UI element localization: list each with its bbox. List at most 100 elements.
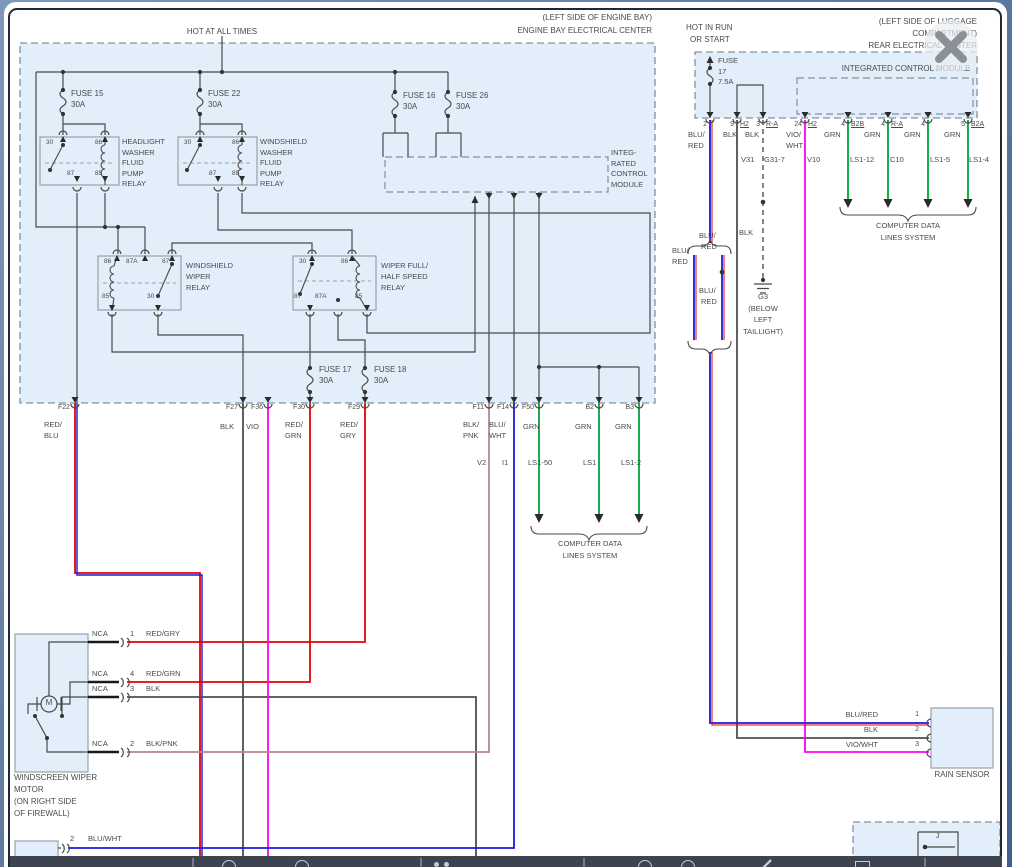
diagram-label: FUSE 22 [208,90,240,98]
diagram-label: BLU [44,432,59,440]
diagram-label: BLK/ [463,421,479,429]
toolbar-divider [583,858,585,867]
diagram-label: F50 [522,404,534,411]
diagram-label: FLUID [260,159,282,167]
diagram-label: 4 [130,670,134,678]
diagram-label: BLK [146,685,160,693]
diagram-label: BLU/WHT [88,835,122,843]
diagram-label: 1 [130,630,134,638]
toolbar-icon-fragment[interactable] [681,860,695,867]
diagram-label: HALF SPEED [381,273,428,281]
diagram-label: MOTOR [14,786,44,794]
app-window: HOT AT ALL TIMES(LEFT SIDE OF ENGINE BAY… [0,0,1012,867]
diagram-label: 87 [209,171,216,178]
diagram-label: H2 [740,121,749,128]
diagram-label: F22 [58,404,70,411]
diagram-label: G3 [758,293,768,301]
close-button[interactable] [924,20,978,74]
diagram-label: WASHER [260,149,293,157]
diagram-label: VIO [246,423,259,431]
diagram-label: 2 [130,740,134,748]
diagram-label: BLK [745,131,759,139]
diagram-label: FLUID [122,159,144,167]
toolbar-divider [420,858,422,867]
diagram-label: NCA [92,630,108,638]
diagram-label: B2B [851,121,864,128]
toolbar-icon-fragment[interactable] [434,862,439,867]
toolbar-icon-fragment[interactable] [222,860,236,867]
diagram-label: (BELOW [748,305,778,313]
diagram-label: ENGINE BAY ELECTRICAL CENTER [517,27,652,35]
diagram-label: 30 [184,140,191,147]
toolbar-icon-fragment[interactable] [444,862,449,867]
diagram-label: 4 [921,121,925,128]
rain-sensor-box [931,708,993,768]
diagram-label: 86 [232,140,239,147]
diagram-label: BLU/RED [845,711,878,719]
diagram-label: WINDSHIELD [186,262,233,270]
diagram-label: LINES SYSTEM [881,234,936,242]
bottom-toolbar[interactable] [10,856,1002,867]
diagram-label: WHT [786,142,803,150]
toolbar-icon-fragment[interactable] [638,860,652,867]
motor-connector-stubs [88,642,119,752]
diagram-label: PNK [463,432,478,440]
toolbar-icon-fragment[interactable] [855,861,870,867]
diagram-label: OR START [690,36,730,44]
diagram-label: 86 [104,259,111,266]
diagram-label: LS1 [583,459,596,467]
diagram-label: F11 [472,404,484,411]
diagram-label: RELAY [186,284,210,292]
diagram-label: FUSE 17 [319,366,351,374]
diagram-label: FUSE 18 [374,366,406,374]
diagram-label: WIPER [186,273,211,281]
diagram-label: C10 [890,156,904,164]
diagram-label: BLU/ [489,421,506,429]
diagram-label: LS1-2 [621,459,641,467]
diagram-label: BLK [723,131,737,139]
diagram-label: 30 [299,259,306,266]
diagram-label: F30 [293,404,305,411]
diagram-label: 30 [46,140,53,147]
diagram-label: INTEG- [611,149,636,157]
diagram-label: GRN [615,423,632,431]
diagram-label: RED/ [285,421,303,429]
diagram-label: 2 [915,726,919,733]
diagram-label: 30A [208,101,222,109]
diagram-label: WHT [489,432,506,440]
diagram-label: RELAY [381,284,405,292]
diagram-label: NCA [92,670,108,678]
diagram-label: 87A [126,259,138,266]
diagram-label: GRY [340,432,356,440]
diagram-label: RED/GRY [146,630,180,638]
diagram-label: F14 [497,404,509,411]
diagram-label: BLU/ [699,232,716,240]
diagram-label: 9 [730,121,734,128]
toolbar-icon-fragment[interactable] [295,860,309,867]
diagram-label: RATED [611,160,636,168]
diagram-label: 4 [881,121,885,128]
diagram-label: FUSE 16 [403,92,435,100]
close-icon [924,20,978,74]
diagram-label: F36 [251,404,263,411]
diagram-label: 30 [147,294,154,301]
diagram-label: PUMP [260,170,282,178]
diagram-label: NCA [92,685,108,693]
diagram-label: RED/GRN [146,670,181,678]
diagram-label: BLU/ [672,247,689,255]
diagram-label: 30A [374,377,388,385]
diagram-label: VIO/ [786,131,801,139]
diagram-label: 3 [915,741,919,748]
diagram-label: LS1-4 [969,156,989,164]
diagram-label: FUSE 15 [71,90,103,98]
diagram-label: 2 [70,835,74,843]
toolbar-icon-fragment[interactable] [760,859,772,867]
diagram-label: R-A [891,121,903,128]
diagram-label: COMPUTER DATA [876,222,940,230]
diagram-label: 7.5A [718,78,733,86]
diagram-label: 2 [703,121,707,128]
diagram-label: 5 [961,121,965,128]
diagram-label: RED [688,142,704,150]
diagram-label: 85 [95,171,102,178]
diagram-label: RELAY [260,180,284,188]
